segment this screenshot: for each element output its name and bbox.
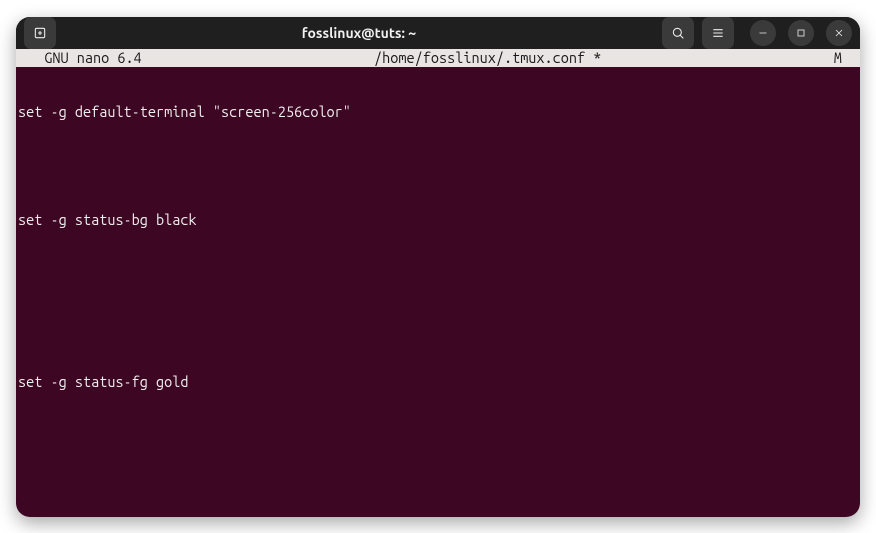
- editor-line: set -g default-terminal "screen-256color…: [18, 103, 858, 121]
- editor-line: [18, 157, 858, 175]
- search-button[interactable]: [662, 17, 694, 49]
- hamburger-icon: [710, 25, 726, 41]
- minimize-button[interactable]: [750, 20, 776, 46]
- editor-line: set -g status-bg black: [18, 211, 858, 229]
- editor-line: [18, 319, 858, 337]
- close-icon: [833, 27, 845, 39]
- nano-titlebar: GNU nano 6.4 /home/fosslinux/.tmux.conf …: [16, 49, 860, 67]
- editor-line: [18, 427, 858, 445]
- terminal-body[interactable]: GNU nano 6.4 /home/fosslinux/.tmux.conf …: [16, 49, 860, 517]
- maximize-icon: [795, 27, 807, 39]
- new-tab-icon: [32, 25, 48, 41]
- new-tab-button[interactable]: [24, 17, 56, 49]
- editor-line: set -g status-fg gold: [18, 373, 858, 391]
- window-title: fosslinux@tuts: ~: [64, 25, 654, 41]
- window-controls: [750, 20, 852, 46]
- search-icon: [670, 25, 686, 41]
- nano-version: GNU nano 6.4: [18, 49, 142, 67]
- minimize-icon: [757, 27, 769, 39]
- titlebar: fosslinux@tuts: ~: [16, 17, 860, 49]
- terminal-window: fosslinux@tuts: ~ GNU nano 6.4 /home/fos…: [16, 17, 860, 517]
- nano-editor-area[interactable]: set -g default-terminal "screen-256color…: [16, 67, 860, 517]
- maximize-button[interactable]: [788, 20, 814, 46]
- editor-line: [18, 481, 858, 499]
- nano-filename: /home/fosslinux/.tmux.conf *: [142, 49, 834, 67]
- editor-line: [18, 265, 858, 283]
- menu-button[interactable]: [702, 17, 734, 49]
- close-button[interactable]: [826, 20, 852, 46]
- nano-modified-flag: M: [834, 49, 858, 67]
